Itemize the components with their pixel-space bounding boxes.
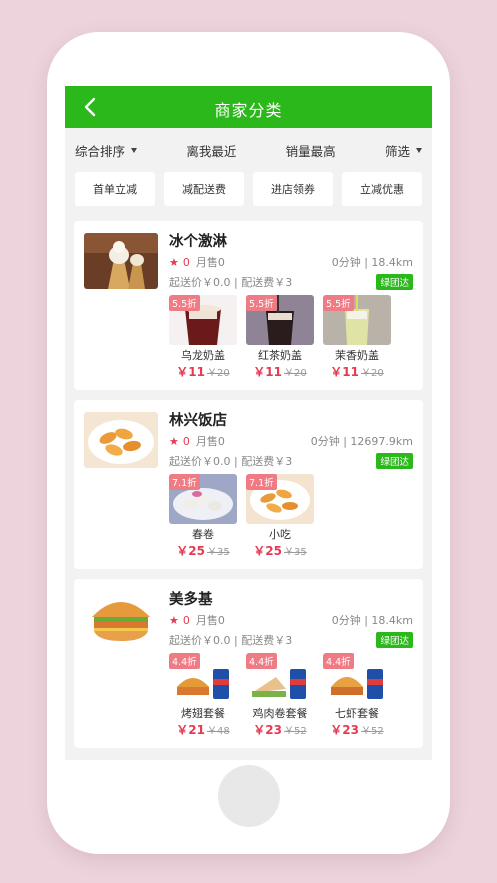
star-icon: ★ xyxy=(169,256,179,269)
dish-old-price: ￥35 xyxy=(206,547,230,558)
dish-old-price: ￥20 xyxy=(360,368,384,379)
discount-tag: 4.4折 xyxy=(323,653,354,669)
store-sales: 月售0 xyxy=(195,614,225,627)
dish-old-price: ￥52 xyxy=(360,726,384,737)
discount-tag: 5.5折 xyxy=(169,295,200,311)
sort-label: 综合排序 xyxy=(75,143,126,159)
store-rating: 0 xyxy=(182,435,190,448)
store-name: 美多基 xyxy=(169,592,213,608)
store-time-distance: 0分钟 | 12697.9km xyxy=(310,435,413,448)
dish-item[interactable]: 5.5折 茉香奶盖 ￥11 ￥20 xyxy=(323,295,391,380)
store-fees: 起送价￥0.0 | 配送费￥3 xyxy=(169,276,293,289)
sort-comprehensive[interactable]: 综合排序 xyxy=(75,141,138,160)
store-sales: 月售0 xyxy=(195,435,225,448)
top-bar: 商家分类 xyxy=(65,86,432,128)
dish-name: 乌龙奶盖 xyxy=(181,349,225,362)
store-card[interactable]: 美多基 ★ 0 月售0 0分钟 | 18.4km 起送价￥0.0 | 配送费￥3 绿… xyxy=(74,579,423,748)
sort-bar: 综合排序 离我最近 销量最高 筛选 xyxy=(65,128,432,172)
dish-item[interactable]: 4.4折 七虾套餐 ￥23 ￥52 xyxy=(323,653,391,738)
dish-price: ￥25 xyxy=(253,544,282,558)
dish-item[interactable]: 4.4折 鸡肉卷套餐 ￥23 ￥52 xyxy=(246,653,314,738)
dish-list: 7.1折 春卷 ￥25 ￥35 7.1折 小吃 ￥25 ￥35 xyxy=(169,474,413,559)
dish-old-price: ￥48 xyxy=(206,726,230,737)
store-list: 冰个激淋 ★ 0 月售0 0分钟 | 18.4km 起送价￥0.0 | 配送费￥3 … xyxy=(65,206,432,748)
app-screen: 商家分类 综合排序 离我最近 销量最高 筛选 首单立减 减配送费 进店领券 立减… xyxy=(65,86,432,760)
sort-label: 离我最近 xyxy=(186,143,237,159)
discount-tag: 5.5折 xyxy=(246,295,277,311)
promo-filters: 首单立减 减配送费 进店领券 立减优惠 xyxy=(65,172,432,206)
dish-list: 5.5折 乌龙奶盖 ￥11 ￥20 5.5折 红茶奶盖 ￥11 ￥20 5.5折 茉… xyxy=(169,295,413,380)
store-card[interactable]: 林兴饭店 ★ 0 月售0 0分钟 | 12697.9km 起送价￥0.0 | 配送费… xyxy=(74,400,423,569)
sort-label: 销量最高 xyxy=(285,143,336,159)
store-time-distance: 0分钟 | 18.4km xyxy=(331,256,413,269)
dish-name: 红茶奶盖 xyxy=(258,349,302,362)
dish-image: 7.1折 xyxy=(246,474,314,524)
dish-list: 4.4折 烤翅套餐 ￥21 ￥48 4.4折 鸡肉卷套餐 ￥23 ￥52 4.4折 … xyxy=(169,653,413,738)
dish-item[interactable]: 5.5折 红茶奶盖 ￥11 ￥20 xyxy=(246,295,314,380)
dish-price: ￥23 xyxy=(330,723,359,737)
dish-image: 7.1折 xyxy=(169,474,237,524)
discount-tag: 7.1折 xyxy=(246,474,277,490)
star-icon: ★ xyxy=(169,435,179,448)
dish-image: 5.5折 xyxy=(323,295,391,345)
dish-price: ￥23 xyxy=(253,723,282,737)
discount-tag: 4.4折 xyxy=(169,653,200,669)
dish-image: 5.5折 xyxy=(246,295,314,345)
store-thumbnail xyxy=(84,591,158,647)
filter-first-order[interactable]: 首单立减 xyxy=(75,172,155,206)
star-icon: ★ xyxy=(169,614,179,627)
store-card[interactable]: 冰个激淋 ★ 0 月售0 0分钟 | 18.4km 起送价￥0.0 | 配送费￥3 … xyxy=(74,221,423,390)
discount-tag: 5.5折 xyxy=(323,295,354,311)
dish-item[interactable]: 4.4折 烤翅套餐 ￥21 ￥48 xyxy=(169,653,237,738)
dish-name: 小吃 xyxy=(269,528,291,541)
dish-old-price: ￥20 xyxy=(206,368,230,379)
store-name: 林兴饭店 xyxy=(169,413,227,429)
dish-name: 茉香奶盖 xyxy=(335,349,379,362)
discount-tag: 4.4折 xyxy=(246,653,277,669)
dish-old-price: ￥35 xyxy=(283,547,307,558)
sort-top-sales[interactable]: 销量最高 xyxy=(286,141,336,160)
sort-filter[interactable]: 筛选 xyxy=(385,141,422,160)
store-name: 冰个激淋 xyxy=(169,234,227,250)
dish-price: ￥25 xyxy=(176,544,205,558)
dish-price: ￥11 xyxy=(330,365,359,379)
store-sales: 月售0 xyxy=(195,256,225,269)
dish-image: 4.4折 xyxy=(246,653,314,703)
store-time-distance: 0分钟 | 18.4km xyxy=(331,614,413,627)
caret-down-icon xyxy=(416,147,422,153)
dish-price: ￥11 xyxy=(253,365,282,379)
dish-price: ￥21 xyxy=(176,723,205,737)
dish-item[interactable]: 5.5折 乌龙奶盖 ￥11 ￥20 xyxy=(169,295,237,380)
page-title: 商家分类 xyxy=(214,101,283,120)
dish-name: 鸡肉卷套餐 xyxy=(252,707,308,720)
delivery-badge: 绿团达 xyxy=(376,453,413,469)
filter-store-coupon[interactable]: 进店领券 xyxy=(253,172,333,206)
dish-item[interactable]: 7.1折 春卷 ￥25 ￥35 xyxy=(169,474,237,559)
store-fees: 起送价￥0.0 | 配送费￥3 xyxy=(169,455,293,468)
dish-image: 5.5折 xyxy=(169,295,237,345)
store-thumbnail xyxy=(84,412,158,468)
dish-name: 春卷 xyxy=(192,528,214,541)
filter-delivery-discount[interactable]: 减配送费 xyxy=(164,172,244,206)
dish-price: ￥11 xyxy=(176,365,205,379)
delivery-badge: 绿团达 xyxy=(376,274,413,290)
dish-name: 烤翅套餐 xyxy=(181,707,225,720)
store-rating: 0 xyxy=(182,256,190,269)
store-rating: 0 xyxy=(182,614,190,627)
home-button[interactable] xyxy=(218,765,280,827)
caret-down-icon xyxy=(131,147,138,153)
dish-old-price: ￥52 xyxy=(283,726,307,737)
dish-old-price: ￥20 xyxy=(283,368,307,379)
dish-name: 七虾套餐 xyxy=(335,707,379,720)
dish-image: 4.4折 xyxy=(323,653,391,703)
discount-tag: 7.1折 xyxy=(169,474,200,490)
sort-nearest[interactable]: 离我最近 xyxy=(186,141,236,160)
store-fees: 起送价￥0.0 | 配送费￥3 xyxy=(169,634,293,647)
dish-item[interactable]: 7.1折 小吃 ￥25 ￥35 xyxy=(246,474,314,559)
dish-image: 4.4折 xyxy=(169,653,237,703)
filter-instant-discount[interactable]: 立减优惠 xyxy=(342,172,422,206)
delivery-badge: 绿团达 xyxy=(376,632,413,648)
store-thumbnail xyxy=(84,233,158,289)
sort-label: 筛选 xyxy=(384,143,410,159)
